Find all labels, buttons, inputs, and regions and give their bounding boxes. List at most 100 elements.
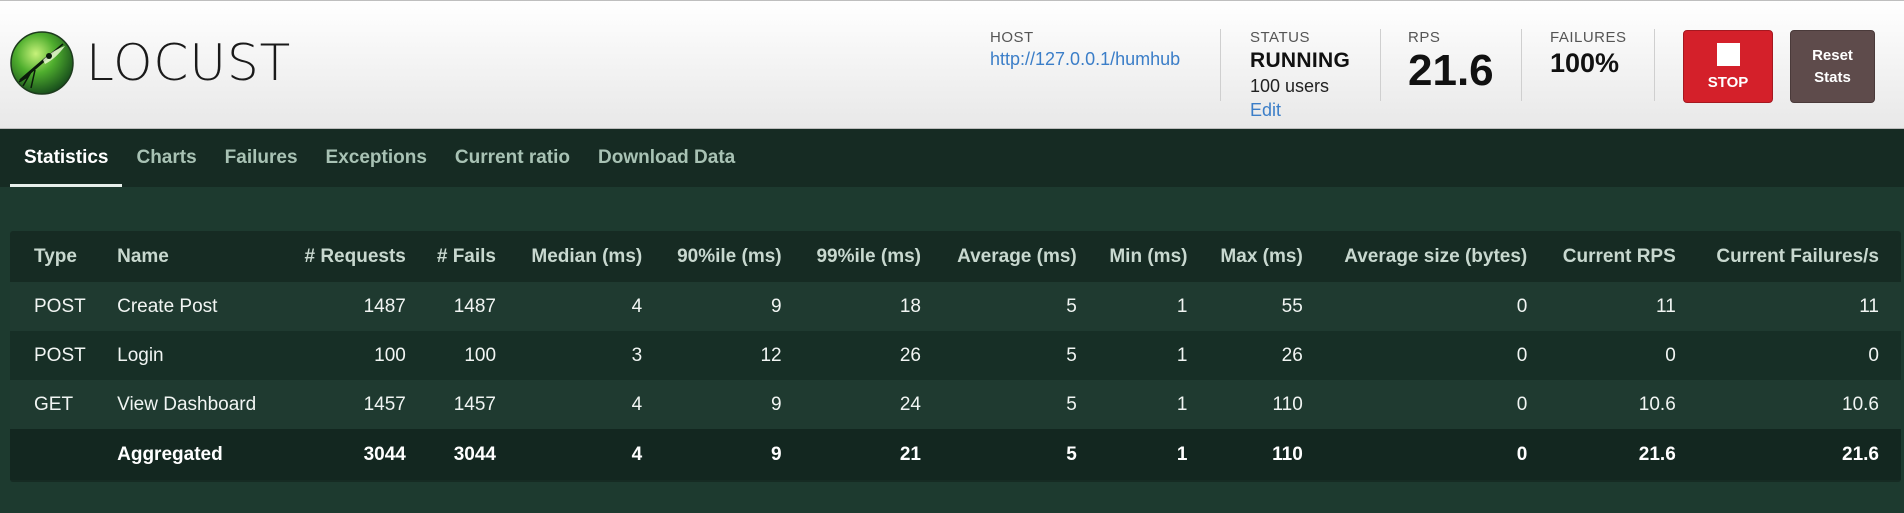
- table-cell: 0: [1314, 282, 1540, 331]
- main-nav: Statistics Charts Failures Exceptions Cu…: [0, 129, 1904, 187]
- column-header[interactable]: Min (ms): [1089, 231, 1200, 282]
- table-cell: 1: [1088, 331, 1200, 380]
- user-count: 100 users: [1250, 76, 1330, 96]
- top-header: LOCUST HOST http://127.0.0.1/humhub STAT…: [0, 0, 1904, 129]
- table-cell: 9: [654, 282, 794, 331]
- table-row: POST Create Post 1487 1487 4 9 18 5 1 55…: [10, 282, 1901, 331]
- table-cell: 12: [654, 331, 794, 380]
- table-cell: 0: [1314, 331, 1540, 380]
- stop-label: STOP: [1707, 74, 1749, 91]
- table-cell: 100: [281, 331, 418, 380]
- stop-square-icon: [1716, 43, 1740, 66]
- table-cell: View Dashboard: [105, 380, 282, 429]
- table-cell: Login: [105, 331, 282, 380]
- column-header[interactable]: Max (ms): [1199, 231, 1314, 282]
- table-cell: [10, 429, 106, 480]
- column-header[interactable]: # Requests: [282, 231, 418, 282]
- table-cell: 26: [793, 331, 933, 380]
- column-header[interactable]: Name: [105, 231, 282, 282]
- table-cell: 4: [508, 282, 655, 331]
- edit-users-link[interactable]: Edit: [1250, 100, 1350, 121]
- table-cell: 4: [508, 380, 655, 429]
- tab-current-ratio[interactable]: Current ratio: [441, 129, 584, 187]
- column-header[interactable]: 90%ile (ms): [654, 231, 793, 282]
- tab-failures[interactable]: Failures: [211, 129, 312, 187]
- divider: [1654, 29, 1655, 101]
- host-box: HOST http://127.0.0.1/humhub: [990, 29, 1180, 70]
- table-cell: 0: [1539, 331, 1688, 380]
- divider: [1220, 29, 1221, 101]
- table-cell: 18: [793, 282, 933, 331]
- column-header[interactable]: # Fails: [418, 231, 508, 282]
- table-cell: 4: [508, 429, 655, 480]
- locust-logo-icon: [10, 31, 74, 95]
- aggregated-row: Aggregated 3044 3044 4 9 21 5 1 110 0 21…: [10, 429, 1901, 480]
- status-value: RUNNING: [1250, 49, 1351, 72]
- table-cell: 26: [1199, 331, 1315, 380]
- table-cell: 9: [654, 429, 794, 480]
- table-cell: 5: [932, 282, 1089, 331]
- divider: [1380, 29, 1381, 101]
- tab-download-data[interactable]: Download Data: [584, 129, 749, 187]
- table-row: GET View Dashboard 1457 1457 4 9 24 5 1 …: [10, 380, 1901, 429]
- failures-box: FAILURES 100%: [1550, 29, 1627, 77]
- table-cell: 21: [793, 429, 933, 480]
- table-row: POST Login 100 100 3 12 26 5 1 26 0 0 0: [10, 331, 1901, 380]
- table-cell: 110: [1199, 429, 1315, 480]
- table-cell: 21.6: [1687, 429, 1901, 480]
- table-cell: 100: [417, 331, 509, 380]
- divider: [1521, 29, 1522, 101]
- table-cell: 1487: [417, 282, 509, 331]
- status-box: STATUS RUNNING 100 users Edit: [1250, 29, 1350, 121]
- column-header[interactable]: Average (ms): [933, 231, 1089, 282]
- table-cell: 5: [932, 331, 1089, 380]
- rps-value: 21.6: [1408, 46, 1494, 95]
- table-cell: POST: [10, 331, 106, 380]
- table-cell: Aggregated: [105, 429, 282, 480]
- table-cell: 0: [1314, 429, 1540, 480]
- table-cell: 0: [1687, 331, 1901, 380]
- tab-statistics[interactable]: Statistics: [10, 129, 123, 187]
- table-cell: 1457: [417, 380, 509, 429]
- table-cell: 3: [508, 331, 655, 380]
- table-cell: 3044: [281, 429, 418, 480]
- table-cell: 1487: [281, 282, 418, 331]
- table-cell: 55: [1199, 282, 1315, 331]
- rps-label: RPS: [1408, 29, 1441, 46]
- table-cell: 3044: [417, 429, 509, 480]
- stop-button[interactable]: STOP: [1683, 30, 1773, 103]
- table-cell: 0: [1314, 380, 1540, 429]
- logo-text: LOCUST: [86, 34, 292, 92]
- rps-box: RPS 21.6: [1408, 29, 1494, 93]
- table-cell: GET: [10, 380, 106, 429]
- table-cell: 1: [1088, 282, 1200, 331]
- stats-table: Type Name # Requests # Fails Median (ms)…: [10, 231, 1901, 480]
- table-cell: POST: [10, 282, 106, 331]
- table-cell: 10.6: [1687, 380, 1901, 429]
- table-cell: 1: [1088, 429, 1200, 480]
- table-cell: 11: [1539, 282, 1688, 331]
- failures-value: 100%: [1550, 48, 1620, 78]
- failures-label: FAILURES: [1550, 29, 1627, 46]
- table-cell: 11: [1687, 282, 1901, 331]
- table-cell: 10.6: [1539, 380, 1688, 429]
- table-cell: 5: [932, 380, 1089, 429]
- column-header[interactable]: Type: [10, 231, 105, 282]
- table-cell: 9: [654, 380, 794, 429]
- table-cell: 110: [1199, 380, 1315, 429]
- column-header[interactable]: Median (ms): [508, 231, 654, 282]
- host-link[interactable]: http://127.0.0.1/humhub: [990, 49, 1180, 70]
- column-header[interactable]: 99%ile (ms): [794, 231, 933, 282]
- stats-table-panel: Type Name # Requests # Fails Median (ms)…: [10, 231, 1901, 482]
- table-cell: 21.6: [1539, 429, 1688, 480]
- tab-charts[interactable]: Charts: [122, 129, 210, 187]
- status-label: STATUS: [1250, 29, 1310, 46]
- reset-stats-button[interactable]: Reset Stats: [1790, 30, 1875, 103]
- column-header[interactable]: Average size (bytes): [1315, 231, 1539, 282]
- column-header[interactable]: Current Failures/s: [1688, 231, 1901, 282]
- tab-exceptions[interactable]: Exceptions: [312, 129, 441, 187]
- table-cell: 24: [793, 380, 933, 429]
- column-header[interactable]: Current RPS: [1539, 231, 1688, 282]
- reset-label-line1: Reset: [1812, 47, 1853, 64]
- table-cell: 1457: [281, 380, 418, 429]
